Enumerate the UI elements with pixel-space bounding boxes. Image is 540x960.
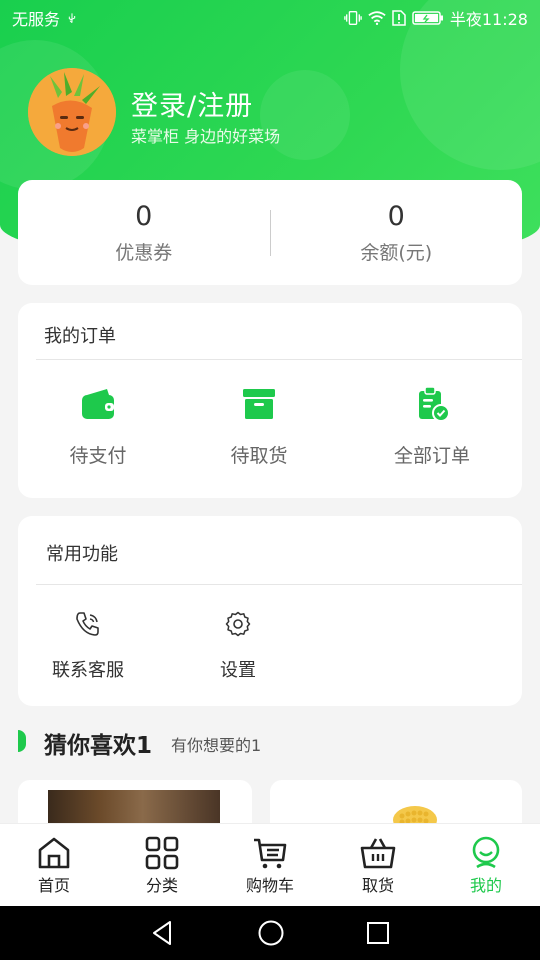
usb-icon: [68, 13, 76, 24]
contact-service-button[interactable]: 联系客服: [38, 610, 138, 682]
tab-cart[interactable]: 购物车: [216, 824, 324, 906]
back-icon[interactable]: [150, 920, 176, 946]
order-pending-pickup[interactable]: 待取货: [199, 385, 319, 468]
section-accent-bar: [18, 730, 26, 752]
balance-stat[interactable]: 0 余额(元): [271, 201, 523, 265]
recommendations-header: 猜你喜欢1 有你想要的1: [0, 726, 540, 762]
carrot-mascot-icon: [28, 68, 116, 156]
box-icon: [243, 389, 275, 419]
common-functions-card: 常用功能 联系客服 设置: [18, 516, 522, 706]
balance-amount: 0: [387, 200, 405, 232]
recommendations-subtitle: 有你想要的1: [171, 736, 262, 755]
function-label: 设置: [220, 660, 256, 681]
order-all[interactable]: 全部订单: [372, 385, 492, 468]
tab-label: 购物车: [245, 876, 294, 895]
sim-alert-icon: [392, 10, 406, 26]
basket-icon: [360, 838, 396, 869]
carrier-text: 无服务: [12, 10, 61, 29]
settings-button[interactable]: 设置: [188, 610, 288, 682]
divider: [36, 584, 522, 585]
profile-icon: [472, 836, 500, 869]
tab-label: 分类: [145, 876, 178, 895]
my-orders-title: 我的订单: [44, 326, 116, 347]
bottom-tab-bar: 首页 分类 购物车 取货 我的: [0, 823, 540, 906]
coupon-label: 优惠券: [115, 241, 173, 264]
gear-icon: [225, 611, 251, 637]
login-register-link[interactable]: 登录/注册: [131, 84, 253, 123]
tab-mine[interactable]: 我的: [432, 824, 540, 906]
common-functions-title: 常用功能: [46, 544, 118, 565]
vibrate-icon: [344, 11, 362, 25]
battery-icon: [412, 11, 443, 25]
clipboard-check-icon: [419, 386, 450, 422]
order-item-label: 待取货: [230, 445, 288, 467]
tab-category[interactable]: 分类: [108, 824, 216, 906]
order-item-label: 全部订单: [393, 445, 470, 467]
order-item-label: 待支付: [69, 445, 127, 467]
home-icon: [38, 837, 70, 869]
tab-home[interactable]: 首页: [0, 824, 108, 906]
tab-label: 取货: [361, 876, 394, 895]
tab-pickup[interactable]: 取货: [324, 824, 432, 906]
grid-icon: [145, 836, 179, 870]
function-label: 联系客服: [52, 660, 124, 681]
home-button-icon[interactable]: [257, 919, 285, 947]
tab-label: 我的: [469, 876, 502, 895]
clock-text: 半夜11:28: [449, 10, 528, 29]
cart-icon: [254, 838, 287, 869]
my-orders-card: 我的订单 待支付 待取货 全部订单: [18, 303, 522, 498]
balance-label: 余额(元): [360, 241, 433, 264]
coupon-count: 0: [135, 200, 153, 232]
recent-apps-icon[interactable]: [366, 921, 390, 945]
tab-label: 首页: [37, 876, 70, 895]
coupon-stat[interactable]: 0 优惠券: [18, 201, 270, 265]
slogan-text: 菜掌柜 身边的好菜场: [131, 127, 281, 146]
wifi-icon: [368, 11, 386, 26]
system-navigation-bar: [0, 906, 540, 960]
phone-icon: [76, 612, 99, 636]
divider: [36, 359, 522, 360]
account-stats-card: 0 优惠券 0 余额(元): [18, 180, 522, 285]
status-bar: 无服务 半夜11:28: [0, 0, 540, 36]
order-pending-payment[interactable]: 待支付: [38, 385, 158, 468]
wallet-icon: [82, 389, 114, 419]
recommendations-title: 猜你喜欢1: [44, 733, 153, 759]
avatar[interactable]: [28, 68, 116, 156]
